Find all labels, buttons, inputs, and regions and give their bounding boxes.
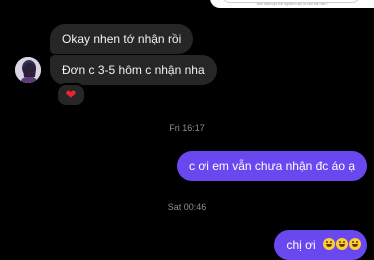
message-text: chị ơi: [286, 238, 316, 252]
message-bubble-incoming[interactable]: Đơn c 3-5 hôm c nhận nha: [50, 55, 217, 85]
grinning-face-icon: [336, 238, 348, 250]
grinning-face-icon: [349, 238, 361, 250]
grinning-face-icon: [323, 238, 335, 250]
message-bubble-incoming[interactable]: Okay nhen tớ nhận rồi: [50, 24, 194, 54]
message-bubble-outgoing[interactable]: chị ơi: [274, 230, 367, 260]
avatar[interactable]: [15, 57, 41, 83]
reaction-badge[interactable]: ❤: [56, 83, 86, 107]
card-caption: Bạn đánh giá trải nghiệm này ra sao thế …: [256, 2, 328, 6]
timestamp: Sat 00:46: [167, 202, 207, 212]
timestamp: Fri 16:17: [169, 123, 205, 133]
shared-card-preview[interactable]: Bạn đánh giá trải nghiệm này ra sao thế …: [210, 0, 374, 8]
message-bubble-outgoing[interactable]: c ơi em vẫn chưa nhận đc áo ạ: [177, 151, 367, 181]
avatar-image: [15, 57, 41, 83]
heart-icon: ❤: [65, 87, 77, 103]
